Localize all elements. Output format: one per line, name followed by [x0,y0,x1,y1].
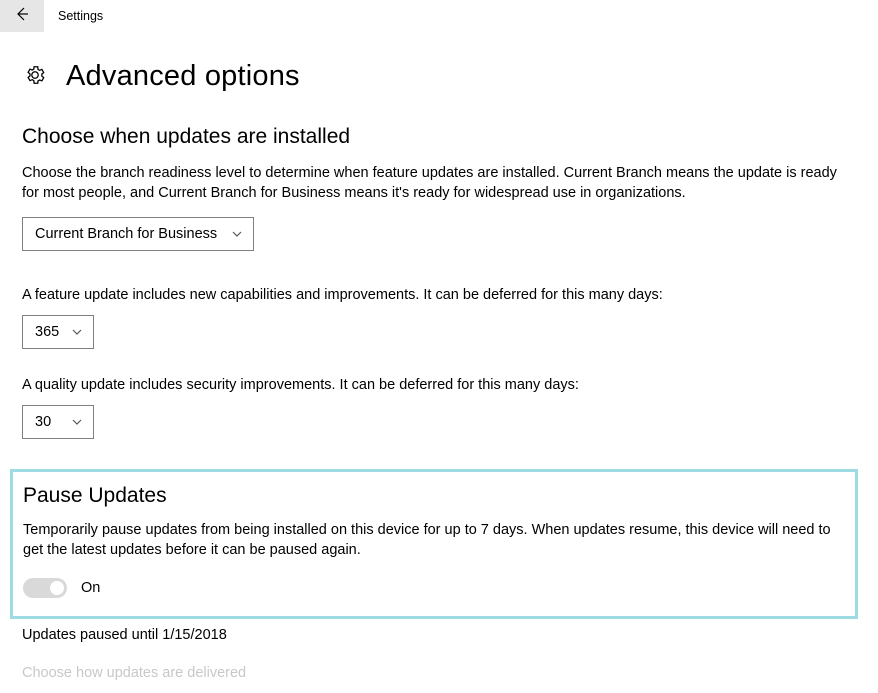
pause-toggle-label: On [81,580,100,596]
gear-icon [24,64,46,91]
feature-defer-text: A feature update includes new capabiliti… [22,285,856,305]
chevron-down-icon [231,228,243,240]
branch-description: Choose the branch readiness level to det… [22,163,856,203]
chevron-down-icon [71,326,83,338]
back-arrow-icon [14,6,30,27]
pause-updates-highlight: Pause Updates Temporarily pause updates … [10,469,858,619]
feature-defer-value: 365 [35,324,59,340]
paused-until-text: Updates paused until 1/15/2018 [22,627,856,643]
quality-defer-dropdown[interactable]: 30 [22,405,94,439]
pause-toggle[interactable] [23,578,67,598]
branch-dropdown-value: Current Branch for Business [35,226,217,242]
feature-defer-dropdown[interactable]: 365 [22,315,94,349]
title-bar: Settings [0,0,878,32]
choose-when-heading: Choose when updates are installed [22,125,856,149]
pause-heading: Pause Updates [23,484,845,508]
delivery-link[interactable]: Choose how updates are delivered [22,665,856,681]
quality-defer-value: 30 [35,414,51,430]
back-button[interactable] [0,0,44,32]
page-title: Advanced options [66,60,300,93]
branch-dropdown[interactable]: Current Branch for Business [22,217,254,251]
chevron-down-icon [71,416,83,428]
toggle-knob [50,581,64,595]
pause-description: Temporarily pause updates from being ins… [23,520,845,560]
quality-defer-text: A quality update includes security impro… [22,375,856,395]
window-title: Settings [44,9,103,23]
